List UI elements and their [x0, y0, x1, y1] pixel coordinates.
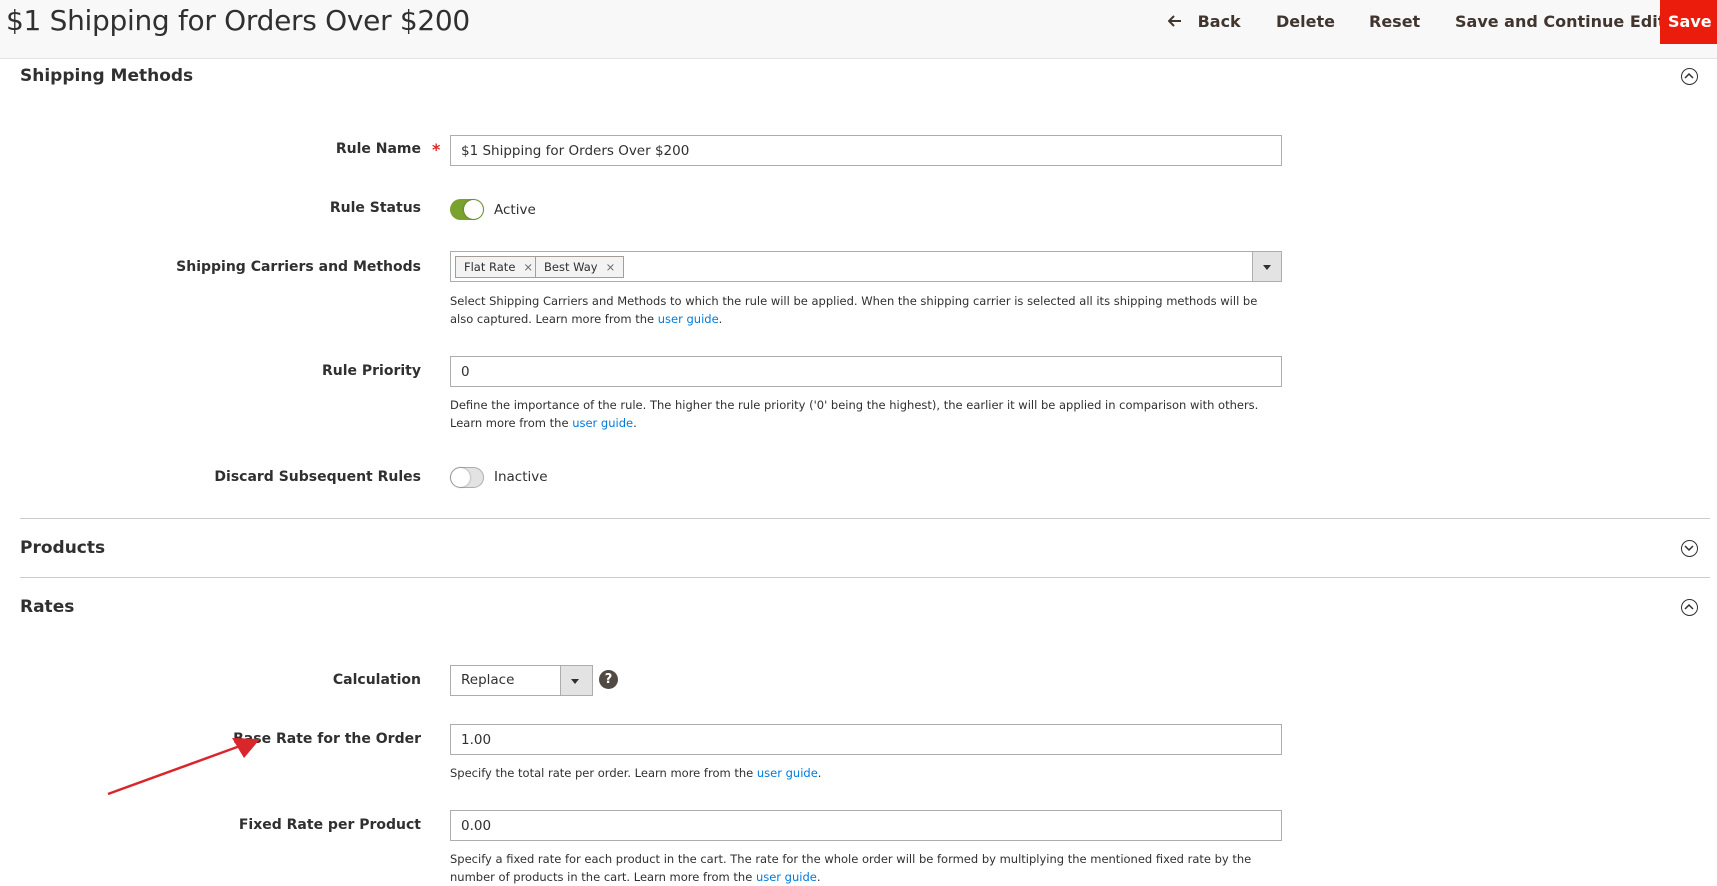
section-title-rates[interactable]: Rates — [20, 597, 74, 617]
delete-button[interactable]: Delete — [1276, 12, 1335, 31]
fixed-rate-label: Fixed Rate per Product — [238, 817, 421, 833]
note-text: Specify a fixed rate for each product in… — [450, 852, 1252, 884]
discard-label: Discard Subsequent Rules — [214, 469, 421, 485]
dropdown-toggle[interactable] — [560, 666, 592, 695]
tag-flat-rate: Flat Rate × — [455, 256, 543, 278]
user-guide-link[interactable]: user guide — [756, 870, 817, 884]
save-continue-button[interactable]: Save and Continue Edit — [1455, 12, 1665, 31]
note-end: . — [633, 416, 637, 430]
tag-label: Flat Rate — [464, 260, 516, 274]
remove-tag-icon[interactable]: × — [606, 260, 616, 274]
remove-tag-icon[interactable]: × — [523, 260, 533, 274]
note-text: Specify the total rate per order. Learn … — [450, 766, 757, 780]
help-icon[interactable]: ? — [599, 670, 618, 689]
user-guide-link[interactable]: user guide — [658, 312, 719, 326]
fixed-rate-input[interactable]: 0.00 — [450, 810, 1282, 841]
note-end: . — [817, 766, 822, 780]
caret-down-icon — [1263, 265, 1271, 270]
tag-best-way: Best Way × — [535, 256, 625, 278]
user-guide-link[interactable]: user guide — [572, 416, 633, 430]
rule-priority-note: Define the importance of the rule. The h… — [450, 396, 1280, 432]
back-button[interactable]: Back — [1167, 12, 1241, 31]
rule-status-label: Rule Status — [329, 200, 421, 216]
section-divider — [20, 577, 1710, 578]
rule-status-toggle[interactable] — [450, 199, 484, 220]
base-rate-note: Specify the total rate per order. Learn … — [450, 764, 1280, 782]
rule-priority-label: Rule Priority — [321, 363, 421, 379]
note-end: . — [718, 312, 723, 326]
back-label: Back — [1197, 12, 1241, 31]
rule-priority-input[interactable]: 0 — [450, 356, 1282, 387]
discard-toggle[interactable] — [450, 467, 484, 488]
chevron-down-circle-icon[interactable] — [1681, 540, 1698, 557]
reset-button[interactable]: Reset — [1369, 12, 1420, 31]
tag-label: Best Way — [544, 260, 598, 274]
required-mark: * — [432, 140, 441, 159]
calculation-label: Calculation — [332, 672, 421, 688]
save-button[interactable]: Save — [1660, 0, 1717, 44]
carriers-multiselect[interactable]: Flat Rate × Best Way × — [450, 251, 1282, 282]
calculation-value: Replace — [461, 672, 515, 688]
rule-name-input[interactable]: $1 Shipping for Orders Over $200 — [450, 135, 1282, 166]
user-guide-link[interactable]: user guide — [757, 766, 818, 780]
base-rate-input[interactable]: 1.00 — [450, 724, 1282, 755]
rule-name-label: Rule Name — [335, 141, 421, 157]
fixed-rate-note: Specify a fixed rate for each product in… — [450, 850, 1280, 886]
arrow-left-icon — [1167, 12, 1188, 31]
page-title: $1 Shipping for Orders Over $200 — [6, 4, 470, 37]
dropdown-toggle[interactable] — [1252, 252, 1281, 281]
chevron-up-circle-icon[interactable] — [1681, 599, 1698, 616]
section-divider — [20, 518, 1710, 519]
note-text: Select Shipping Carriers and Methods to … — [450, 294, 1258, 326]
annotation-arrow — [107, 738, 260, 796]
calculation-select[interactable]: Replace — [450, 665, 593, 696]
note-end: . — [816, 870, 821, 884]
section-title-shipping-methods[interactable]: Shipping Methods — [20, 66, 193, 86]
rule-status-state: Active — [494, 202, 536, 218]
carriers-label: Shipping Carriers and Methods — [176, 259, 421, 275]
carriers-note: Select Shipping Carriers and Methods to … — [450, 292, 1280, 328]
page-header: $1 Shipping for Orders Over $200 Back De… — [0, 0, 1717, 59]
discard-state: Inactive — [494, 469, 548, 485]
chevron-up-circle-icon[interactable] — [1681, 68, 1698, 85]
caret-down-icon — [571, 679, 579, 684]
section-title-products[interactable]: Products — [20, 538, 105, 558]
